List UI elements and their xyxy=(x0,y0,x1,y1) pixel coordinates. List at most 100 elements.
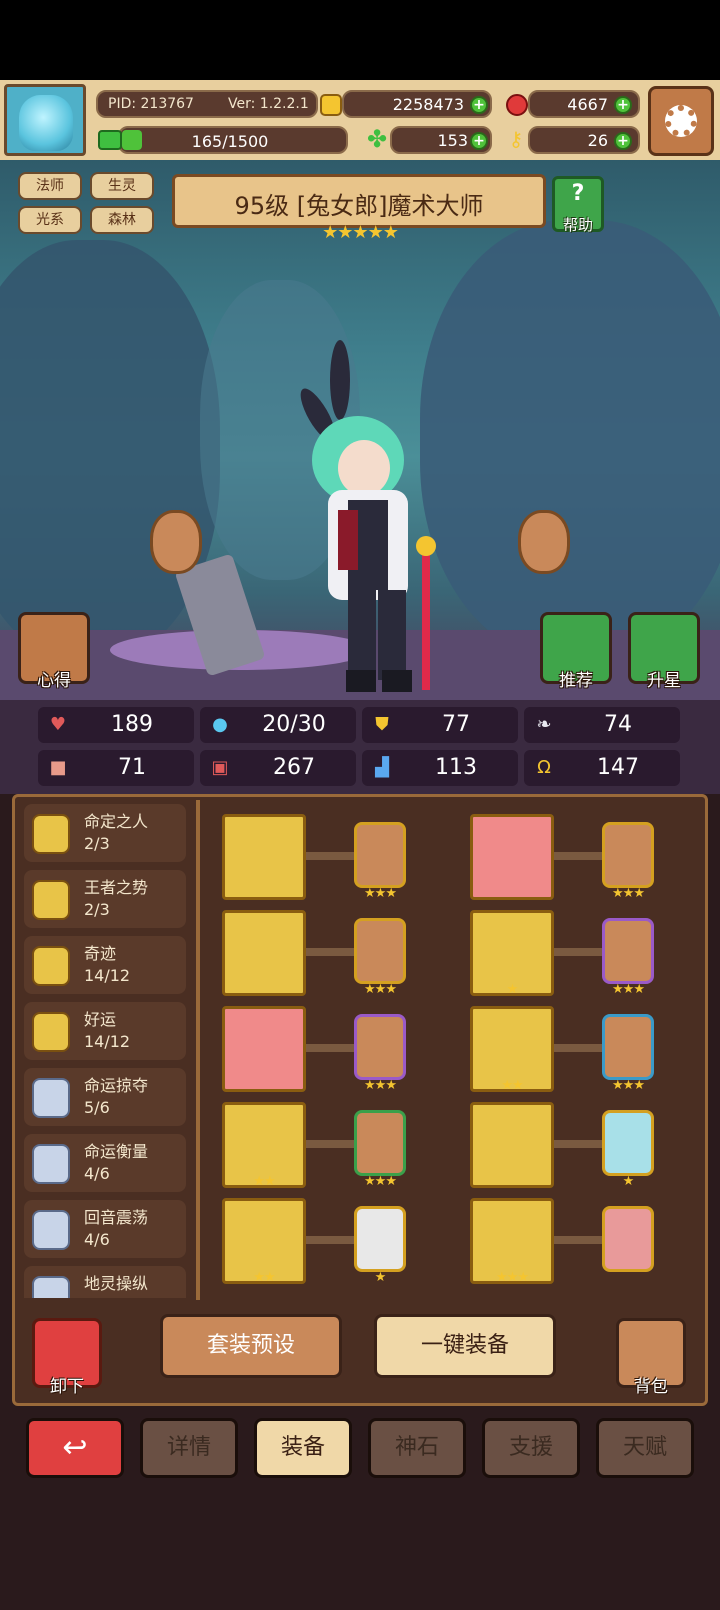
fist-icon: ■ xyxy=(49,757,67,778)
gold-set-icon xyxy=(32,946,70,986)
recommend-label: 推荐 xyxy=(559,671,593,691)
wing-icon: ❧ xyxy=(536,714,552,735)
red-gem-icon xyxy=(506,94,528,116)
add-gem-button[interactable]: + xyxy=(614,96,632,114)
tab-support[interactable]: 支援 xyxy=(482,1418,580,1478)
tab-godstone[interactable]: 神石 xyxy=(368,1418,466,1478)
add-clover-button[interactable]: + xyxy=(470,132,488,150)
gold-set-icon xyxy=(32,1012,70,1052)
rune-stars: ★★★ xyxy=(612,1078,645,1093)
rune-slot[interactable] xyxy=(354,1206,406,1272)
rune-slot[interactable] xyxy=(602,918,654,984)
stat-attack-value: 71 xyxy=(118,755,146,780)
item-stars: ★★ xyxy=(253,1174,275,1189)
back-button[interactable]: ↩ xyxy=(26,1418,124,1478)
item-stars: ★★ xyxy=(501,1078,523,1093)
straw-hat-icon[interactable] xyxy=(470,814,554,900)
slot-connector xyxy=(306,948,354,956)
set-preset-button[interactable]: 套装预设 xyxy=(160,1314,342,1378)
set-count: 5/6 xyxy=(84,1098,110,1117)
energy-fill xyxy=(122,130,142,150)
player-avatar[interactable] xyxy=(4,84,86,156)
hero-star-rating: ★★★★★ xyxy=(322,222,399,243)
list-item[interactable]: 王者之势 2/3 xyxy=(24,870,186,928)
set-name: 奇迹 xyxy=(84,944,117,963)
list-item[interactable]: 奇迹 14/12 xyxy=(24,936,186,994)
energy-battery-icon xyxy=(98,130,122,150)
shield-icon: ⛊ xyxy=(375,714,389,735)
set-count: 4/6 xyxy=(84,1230,110,1249)
list-item[interactable]: 回音震荡 4/6 xyxy=(24,1200,186,1258)
stat-mana-value: 20/30 xyxy=(262,712,326,737)
rune-stars: ★★★ xyxy=(612,982,645,997)
add-key-button[interactable]: + xyxy=(614,132,632,150)
rune-slot[interactable] xyxy=(354,918,406,984)
axe-icon[interactable] xyxy=(222,814,306,900)
mana-drop-icon: ● xyxy=(212,714,228,735)
amulet-icon[interactable] xyxy=(222,1006,306,1092)
right-rune-slot[interactable] xyxy=(518,510,570,574)
silver-set-icon xyxy=(32,1210,70,1250)
rune-slot[interactable] xyxy=(602,1110,654,1176)
settings-button[interactable] xyxy=(648,86,714,156)
avatar-face-icon xyxy=(19,95,73,151)
slot-connector xyxy=(306,1044,354,1052)
rune-stars: ★★★ xyxy=(364,886,397,901)
tag-element: 光系 xyxy=(18,206,82,234)
bag-label: 背包 xyxy=(634,1377,668,1397)
rune-slot[interactable] xyxy=(354,1014,406,1080)
silver-set-icon xyxy=(32,1078,70,1118)
rune-slot[interactable] xyxy=(602,1206,654,1272)
rune-stars: ★ xyxy=(622,1174,635,1189)
gold-coin-icon xyxy=(320,94,342,116)
list-item[interactable]: 命定之人 2/3 xyxy=(24,804,186,862)
help-label: 帮助 xyxy=(562,216,593,234)
rune-slot[interactable] xyxy=(602,1014,654,1080)
bracelet-icon[interactable] xyxy=(470,1102,554,1188)
gold-amount: 2258473 xyxy=(392,95,464,114)
list-item[interactable]: 命运衡量 4/6 xyxy=(24,1134,186,1192)
stat-defense-value: 77 xyxy=(442,712,470,737)
slot-connector xyxy=(554,1140,602,1148)
list-item[interactable]: 地灵操纵 xyxy=(24,1266,186,1298)
tag-habitat: 森林 xyxy=(90,206,154,234)
add-gold-button[interactable]: + xyxy=(470,96,488,114)
tag-race: 生灵 xyxy=(90,172,154,200)
gold-set-icon xyxy=(32,880,70,920)
stat-speed-value: 113 xyxy=(435,755,477,780)
orb-icon[interactable] xyxy=(222,910,306,996)
slot-connector xyxy=(306,1140,354,1148)
slot-connector xyxy=(306,1236,354,1244)
set-count: 2/3 xyxy=(84,834,110,853)
tag-class: 法师 xyxy=(18,172,82,200)
rune-stars: ★★★ xyxy=(364,982,397,997)
set-name: 命定之人 xyxy=(84,812,149,831)
rune-slot[interactable] xyxy=(602,822,654,888)
tab-talent[interactable]: 天赋 xyxy=(596,1418,694,1478)
rune-stars: ★★★ xyxy=(364,1078,397,1093)
equip-all-button[interactable]: 一键装备 xyxy=(374,1314,556,1378)
star-up-label: 升星 xyxy=(647,671,681,691)
game-version: Ver: 1.2.2.1 xyxy=(228,96,309,112)
set-name: 命运掠夺 xyxy=(84,1076,149,1095)
panel-divider xyxy=(196,800,200,1300)
stat-luck-value: 147 xyxy=(597,755,639,780)
left-rune-slot[interactable] xyxy=(150,510,202,574)
tab-equipment[interactable]: 装备 xyxy=(254,1418,352,1478)
rune-slot[interactable] xyxy=(354,822,406,888)
set-name: 地灵操纵 xyxy=(84,1274,149,1293)
rune-slot[interactable] xyxy=(354,1110,406,1176)
clover-amount: 153 xyxy=(437,131,468,150)
tab-details[interactable]: 详情 xyxy=(140,1418,238,1478)
rune-stars: ★★★ xyxy=(364,1174,397,1189)
gem-amount: 4667 xyxy=(567,95,608,114)
list-item[interactable]: 命运掠夺 5/6 xyxy=(24,1068,186,1126)
set-name: 好运 xyxy=(84,1010,117,1029)
set-bonus-list[interactable]: 命定之人 2/3 王者之势 2/3 奇迹 14/12 好运 14/12 命运掠夺… xyxy=(24,804,186,1298)
list-item[interactable]: 好运 14/12 xyxy=(24,1002,186,1060)
hero-character-sprite xyxy=(300,340,436,692)
key-amount: 26 xyxy=(587,131,608,150)
energy-amount: 165/1500 xyxy=(191,132,269,151)
item-stars: ★★★ xyxy=(496,1270,529,1285)
rune-stars: ★★★ xyxy=(612,886,645,901)
